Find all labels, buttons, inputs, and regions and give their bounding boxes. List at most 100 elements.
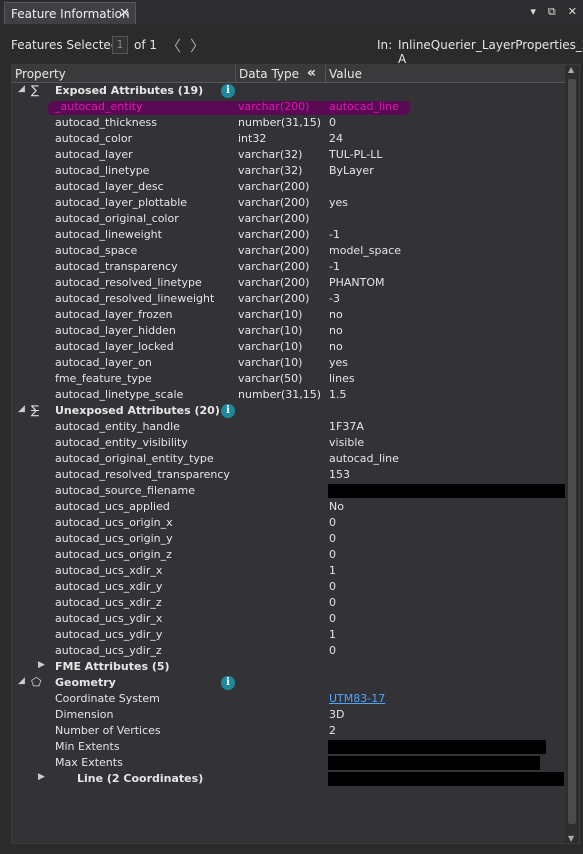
unexposed-attribute-row[interactable]: autocad_source_filename [12,483,570,499]
exposed-attribute-row[interactable]: autocad_linetype varchar(32) ByLayer [12,163,567,179]
unexposed-attribute-row[interactable]: autocad_ucs_ydir_y 1 [12,627,567,643]
geometry-row-dimension: Dimension 3D [12,707,567,723]
property-name: autocad_ucs_origin_y [55,532,173,545]
data-type: varchar(200) [238,292,310,305]
header-data-type[interactable]: Data Type [239,67,299,81]
page-number-input[interactable]: 1 [112,36,128,54]
property-value: model_space [329,244,402,257]
geometry-row-coordinate-system: Coordinate System UTM83-17 [12,691,567,707]
property-value: 3D [329,708,345,721]
exposed-attribute-row[interactable]: autocad_layer_frozen varchar(10) no [12,307,567,323]
unexposed-attribute-row[interactable]: autocad_ucs_origin_y 0 [12,531,567,547]
unexposed-attribute-row[interactable]: autocad_ucs_origin_z 0 [12,547,567,563]
expanded-arrow-icon[interactable]: ◢ [18,676,25,686]
property-name: Coordinate System [55,692,160,705]
exposed-attribute-row[interactable]: autocad_thickness number(31,15) 0 [12,115,567,131]
section-geometry[interactable]: ◢ ⬠ Geometry i [12,675,567,691]
property-name: autocad_resolved_lineweight [55,292,215,305]
data-type: varchar(200) [238,196,310,209]
property-value: no [329,308,343,321]
unexposed-attribute-row[interactable]: autocad_ucs_ydir_z 0 [12,643,567,659]
info-icon[interactable]: i [221,404,235,418]
vertical-scrollbar[interactable]: ▲ ▼ [565,65,579,843]
data-type: number(31,15) [238,116,322,129]
header-divider[interactable] [235,65,236,83]
prev-feature-icon[interactable]: 〈 [166,35,181,56]
scroll-up-icon[interactable]: ▲ [568,65,574,74]
unexposed-attribute-row[interactable]: autocad_ucs_xdir_y 0 [12,579,567,595]
grid-header: Property Data Type « Value [12,65,579,83]
exposed-attribute-row[interactable]: autocad_resolved_lineweight varchar(200) -… [12,291,567,307]
property-value: 1F37A [329,420,364,433]
scroll-down-icon[interactable]: ▼ [568,834,574,843]
unexposed-attribute-row[interactable]: autocad_ucs_origin_x 0 [12,515,567,531]
exposed-attribute-row[interactable]: _autocad_entity varchar(200) autocad_line [12,99,567,115]
unexposed-attribute-row[interactable]: autocad_ucs_ydir_x 0 [12,611,567,627]
exposed-attribute-row[interactable]: autocad_linetype_scale number(31,15) 1.5 [12,387,567,403]
exposed-attribute-row[interactable]: autocad_transparency varchar(200) -1 [12,259,567,275]
expanded-arrow-icon[interactable]: ◢ [18,84,25,94]
exposed-attribute-row[interactable]: autocad_color int32 24 [12,131,567,147]
exposed-attribute-row[interactable]: autocad_space varchar(200) model_space [12,243,567,259]
data-type: varchar(50) [238,372,303,385]
collapsed-arrow-icon[interactable]: ▶ [38,772,45,782]
unexposed-attribute-row[interactable]: autocad_ucs_xdir_x 1 [12,563,567,579]
next-feature-icon[interactable]: 〉 [190,35,205,56]
property-value: 1.5 [329,388,347,401]
property-value: visible [329,436,365,449]
unexposed-attribute-row[interactable]: autocad_ucs_applied No [12,499,567,515]
property-name: autocad_layer_plottable [55,196,188,209]
data-type: varchar(10) [238,308,303,321]
property-name: autocad_layer_locked [55,340,174,353]
data-type: varchar(10) [238,356,303,369]
close-icon[interactable]: ✕ [119,6,130,21]
section-fme-attributes[interactable]: ▶ FME Attributes (5) [12,659,567,675]
restore-icon[interactable]: ⧉ [548,5,556,19]
property-name: autocad_resolved_linetype [55,276,202,289]
line-label: Line (2 Coordinates) [77,772,204,785]
exposed-attribute-row[interactable]: autocad_layer_plottable varchar(200) yes [12,195,567,211]
source-name: InlineQuerier_LayerProperties_2: A [398,38,583,66]
exposed-attribute-row[interactable]: autocad_layer_on varchar(10) yes [12,355,567,371]
close-window-icon[interactable]: ✕ [568,5,577,19]
features-selected-label: Features Selected: [11,38,123,52]
section-unexposed-attributes[interactable]: ◢ ∑ Unexposed Attributes (20) i [12,403,567,419]
header-divider[interactable] [325,65,326,83]
property-value: 0 [329,532,336,545]
scrollbar-thumb[interactable] [568,79,576,824]
data-type: varchar(200) [238,100,310,113]
exposed-attribute-row[interactable]: autocad_resolved_linetype varchar(200) PHA… [12,275,567,291]
geometry-row-min-extents: Min Extents [12,739,567,755]
tab-feature-information[interactable]: Feature Information ✕ [4,2,136,24]
exposed-attribute-row[interactable]: autocad_layer_desc varchar(200) [12,179,567,195]
header-property[interactable]: Property [15,67,66,81]
unexposed-attribute-row[interactable]: autocad_ucs_xdir_z 0 [12,595,567,611]
property-name: autocad_transparency [55,260,178,273]
property-value: yes [329,196,349,209]
exposed-attribute-row[interactable]: autocad_lineweight varchar(200) -1 [12,227,567,243]
unexposed-attribute-row[interactable]: autocad_entity_visibility visible [12,435,567,451]
unexposed-attribute-row[interactable]: autocad_entity_handle 1F37A [12,419,567,435]
property-name: autocad_ucs_ydir_y [55,628,163,641]
unexposed-attribute-row[interactable]: autocad_resolved_transparency 153 [12,467,567,483]
collapse-column-icon[interactable]: « [307,65,316,81]
coordinate-system-link[interactable]: UTM83-17 [329,692,569,705]
info-icon[interactable]: i [221,84,235,98]
property-name: autocad_ucs_xdir_x [55,564,163,577]
exposed-attribute-row[interactable]: autocad_layer_locked varchar(10) no [12,339,567,355]
property-value: no [329,340,343,353]
info-icon[interactable]: i [221,676,235,690]
property-name: autocad_ucs_xdir_z [55,596,162,609]
chevron-down-icon[interactable]: ▾ [530,5,536,19]
expanded-arrow-icon[interactable]: ◢ [18,404,25,414]
exposed-attribute-row[interactable]: autocad_original_color varchar(200) [12,211,567,227]
property-value: autocad_line [329,452,399,465]
collapsed-arrow-icon[interactable]: ▶ [38,660,45,670]
header-value[interactable]: Value [329,67,362,81]
exposed-attribute-row[interactable]: autocad_layer_hidden varchar(10) no [12,323,567,339]
exposed-attribute-row[interactable]: autocad_layer varchar(32) TUL-PL-LL [12,147,567,163]
exposed-attribute-row[interactable]: fme_feature_type varchar(50) lines [12,371,567,387]
section-exposed-attributes[interactable]: ◢ ∑ Exposed Attributes (19) i [12,83,567,99]
geometry-row-line[interactable]: ▶ Line (2 Coordinates) [12,771,567,787]
unexposed-attribute-row[interactable]: autocad_original_entity_type autocad_line [12,451,567,467]
